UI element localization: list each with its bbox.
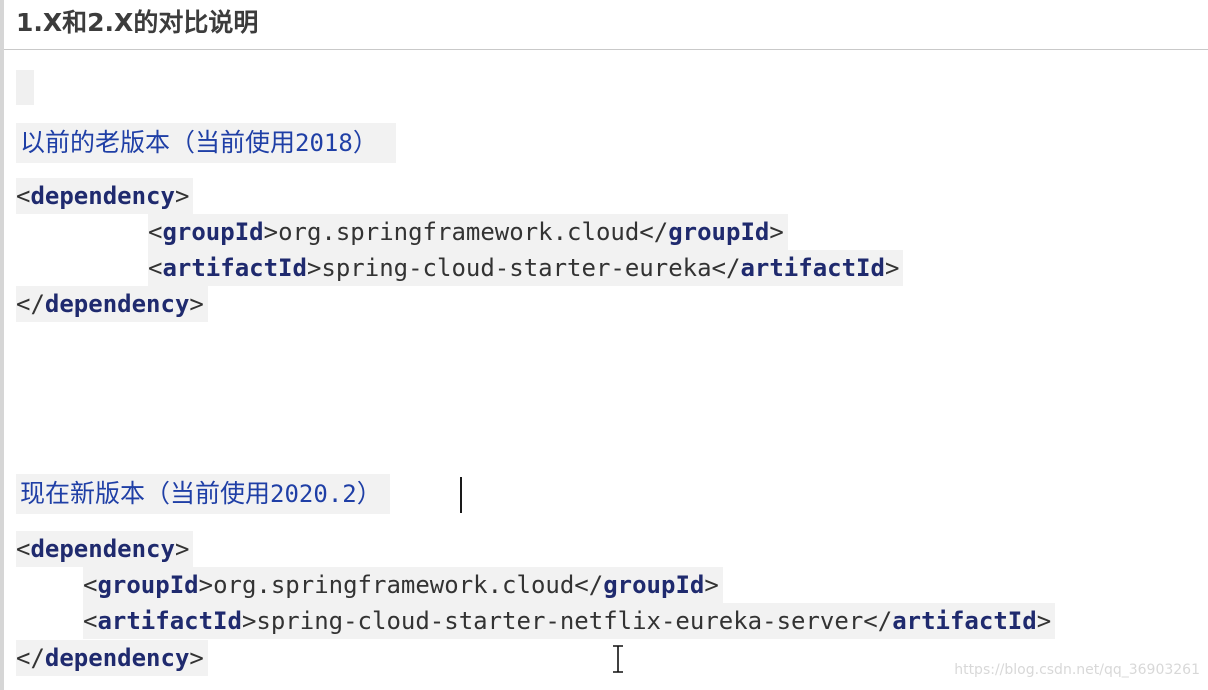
new-groupid-value: org.springframework.cloud xyxy=(213,571,575,599)
xml-tag-name: artifactId xyxy=(162,254,307,282)
old-artifactid-line[interactable]: <artifactId>spring-cloud-starter-eureka<… xyxy=(148,250,904,286)
xml-tag-name: artifactId xyxy=(97,607,242,635)
xml-tag-name: groupId xyxy=(603,571,705,599)
page-title: 1.X和2.X的对比说明 xyxy=(16,8,259,37)
new-artifactid-line[interactable]: <artifactId>spring-cloud-starter-netflix… xyxy=(83,603,1056,639)
xml-tag-name: dependency xyxy=(30,182,175,210)
empty-paragraph[interactable] xyxy=(16,70,34,105)
document-page: 1.X和2.X的对比说明 以前的老版本（当前使用2018） <dependenc… xyxy=(0,0,1208,690)
text-cursor-icon xyxy=(613,645,623,673)
xml-tag-name: artifactId xyxy=(892,607,1037,635)
old-dependency-open-line[interactable]: <dependency> xyxy=(16,178,194,214)
new-dependency-open-line[interactable]: <dependency> xyxy=(16,531,194,567)
old-artifactid-value: spring-cloud-starter-eureka xyxy=(321,254,712,282)
xml-tag-name: groupId xyxy=(97,571,199,599)
xml-tag-name: artifactId xyxy=(740,254,885,282)
new-version-heading-number: 2020.2 xyxy=(270,480,357,508)
old-version-heading-number: 2018 xyxy=(295,129,353,157)
xml-tag-name: dependency xyxy=(30,535,175,563)
old-version-heading-suffix: ） xyxy=(352,128,378,157)
new-groupid-line[interactable]: <groupId>org.springframework.cloud</grou… xyxy=(83,567,723,603)
new-version-heading-prefix: 现在新版本（当前使用 xyxy=(20,479,271,508)
old-groupid-value: org.springframework.cloud xyxy=(278,218,640,246)
xml-tag-name: groupId xyxy=(668,218,770,246)
new-artifactid-value: spring-cloud-starter-netflix-eureka-serv… xyxy=(256,607,864,635)
old-groupid-line[interactable]: <groupId>org.springframework.cloud</grou… xyxy=(148,214,788,250)
watermark: https://blog.csdn.net/qq_36903261 xyxy=(954,662,1200,678)
xml-tag-name: dependency xyxy=(44,644,190,672)
xml-tag-name: dependency xyxy=(44,290,190,318)
new-version-heading[interactable]: 现在新版本（当前使用2020.2） xyxy=(16,474,390,514)
old-version-heading-prefix: 以前的老版本（当前使用 xyxy=(20,128,296,157)
old-dependency-close-line[interactable]: </dependency> xyxy=(16,286,208,322)
new-dependency-close-line[interactable]: </dependency> xyxy=(16,640,208,676)
xml-tag-name: groupId xyxy=(162,218,264,246)
title-bar: 1.X和2.X的对比说明 xyxy=(4,0,1208,50)
new-version-heading-suffix: ） xyxy=(356,479,382,508)
old-version-heading[interactable]: 以前的老版本（当前使用2018） xyxy=(16,123,396,163)
text-caret xyxy=(460,477,462,513)
